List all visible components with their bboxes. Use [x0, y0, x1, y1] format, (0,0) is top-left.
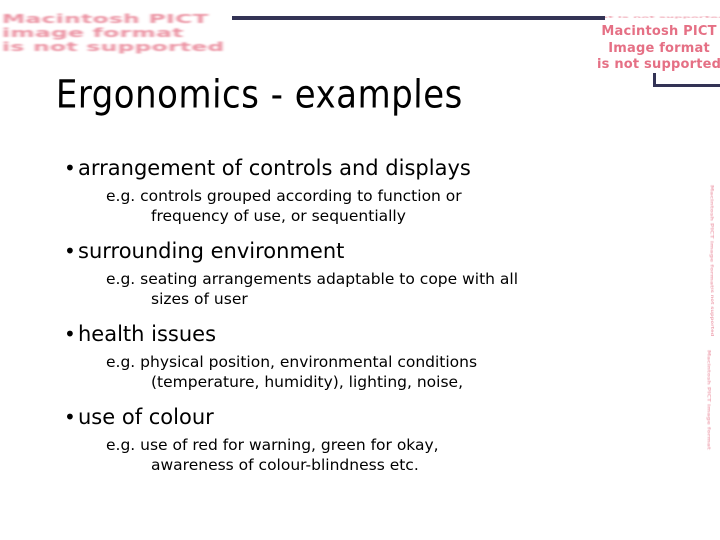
bullet-example-line2: sizes of user	[151, 290, 248, 308]
bullet-dot-icon: •	[64, 322, 76, 346]
slide-canvas: Macintosh PICT image format is not suppo…	[0, 0, 720, 540]
slide-title: Ergonomics - examples	[55, 72, 464, 118]
bullet-example-line2: (temperature, humidity), lighting, noise…	[151, 373, 464, 391]
bullet-example-line1: e.g. physical position, environmental co…	[106, 353, 478, 371]
pict-placeholder-top-right-line2: Image format	[608, 40, 710, 56]
bullet-example-line1: e.g. use of red for warning, green for o…	[106, 436, 439, 454]
bullet-dot-icon: •	[64, 239, 76, 263]
pict-placeholder-edge-2: is not supported	[709, 288, 714, 337]
bullet-example-line1: e.g. controls grouped according to funct…	[106, 187, 462, 205]
corner-bracket-decoration	[653, 73, 720, 87]
pict-placeholder-edge-3: Macintosh PICT image format	[706, 350, 711, 450]
bullet-row: • health issues	[58, 321, 688, 348]
bullet-group: • health issues e.g. physical position, …	[58, 321, 688, 392]
bullet-label: health issues	[78, 322, 217, 346]
bullet-example: e.g. controls grouped according to funct…	[106, 186, 688, 226]
bullet-example-line2: frequency of use, or sequentially	[151, 207, 406, 225]
bullet-dot-icon: •	[64, 405, 76, 429]
bullet-example: e.g. seating arrangements adaptable to c…	[106, 269, 688, 309]
pict-placeholder-edge-1: Macintosh PICT image format	[709, 185, 714, 289]
pict-placeholder-top-right-line3: is not supported	[597, 57, 720, 73]
bullet-row: • use of colour	[58, 404, 688, 431]
bullet-example-line2: awareness of colour-blindness etc.	[151, 456, 419, 474]
bullet-group: • surrounding environment e.g. seating a…	[58, 238, 688, 309]
bullet-label: use of colour	[78, 405, 214, 429]
bullet-label: surrounding environment	[78, 239, 345, 263]
bullet-group: • arrangement of controls and displays e…	[58, 155, 688, 226]
bullet-row: • surrounding environment	[58, 238, 688, 265]
bullet-label: arrangement of controls and displays	[78, 156, 471, 180]
bullet-example: e.g. use of red for warning, green for o…	[106, 435, 688, 475]
pict-placeholder-top-right-line1: Macintosh PICT	[601, 24, 717, 39]
pict-placeholder-top-left-line2: image format	[2, 24, 184, 40]
pict-placeholder-top-left: Macintosh PICT image format is not suppo…	[2, 12, 225, 54]
bullet-example: e.g. physical position, environmental co…	[106, 352, 688, 392]
slide-body: • arrangement of controls and displays e…	[58, 155, 688, 487]
header-rule-line	[232, 16, 605, 20]
bullet-dot-icon: •	[64, 156, 76, 180]
pict-placeholder-top-right: Macintosh PICT Image format is not suppo…	[597, 24, 720, 74]
bullet-group: • use of colour e.g. use of red for warn…	[58, 404, 688, 475]
pict-placeholder-top-left-line1: Macintosh PICT	[2, 10, 209, 27]
bullet-row: • arrangement of controls and displays	[58, 155, 688, 182]
pict-placeholder-top-left-line3: is not supported	[2, 38, 225, 54]
bullet-example-line1: e.g. seating arrangements adaptable to c…	[106, 270, 519, 288]
